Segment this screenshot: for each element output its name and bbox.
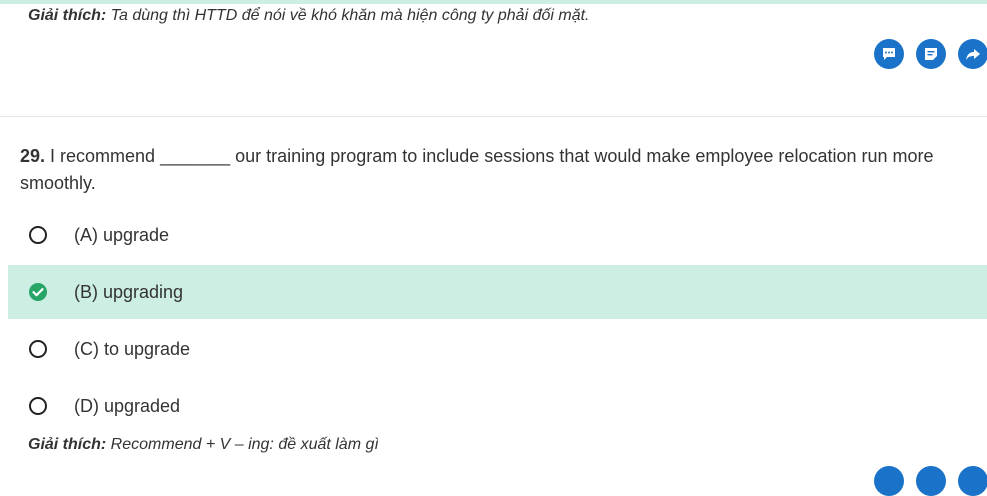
option-b[interactable]: (B) upgrading: [8, 265, 987, 319]
option-c[interactable]: (C) to upgrade: [8, 322, 987, 376]
option-d[interactable]: (D) upgraded: [8, 379, 987, 433]
check-circle-icon[interactable]: [28, 282, 48, 302]
option-label: (D) upgraded: [74, 395, 181, 416]
question-body: I recommend _______ our training program…: [20, 146, 934, 193]
option-label: (A) upgrade: [74, 224, 170, 245]
previous-explanation: Giải thích: Ta dùng thì HTTD để nói về k…: [28, 7, 589, 25]
question-divider: [0, 116, 987, 117]
comment-icon[interactable]: [874, 466, 904, 496]
option-label: (B) upgrading: [74, 281, 184, 302]
explanation-label: Giải thích:: [28, 7, 107, 24]
option-a[interactable]: (A) upgrade: [8, 208, 987, 262]
action-icons-next: [874, 466, 987, 496]
note-icon[interactable]: [916, 466, 946, 496]
action-icons: [874, 39, 987, 69]
question-number: 29.: [20, 146, 46, 166]
explanation-label: Giải thích:: [28, 436, 107, 453]
question-text: 29. I recommend _______ our training pro…: [20, 143, 970, 197]
note-icon[interactable]: [916, 39, 946, 69]
share-icon[interactable]: [958, 39, 987, 69]
radio-unchecked-icon[interactable]: [28, 339, 48, 359]
radio-unchecked-icon[interactable]: [28, 396, 48, 416]
previous-answer-highlight: [0, 0, 987, 4]
answer-explanation: Giải thích: Recommend + V – ing: đề xuất…: [28, 436, 379, 454]
comment-icon[interactable]: [874, 39, 904, 69]
explanation-text: Recommend + V – ing: đề xuất làm gì: [106, 436, 379, 453]
option-label: (C) to upgrade: [74, 338, 191, 359]
explanation-text: Ta dùng thì HTTD để nói về khó khăn mà h…: [106, 7, 590, 24]
radio-unchecked-icon[interactable]: [28, 225, 48, 245]
share-icon[interactable]: [958, 466, 987, 496]
